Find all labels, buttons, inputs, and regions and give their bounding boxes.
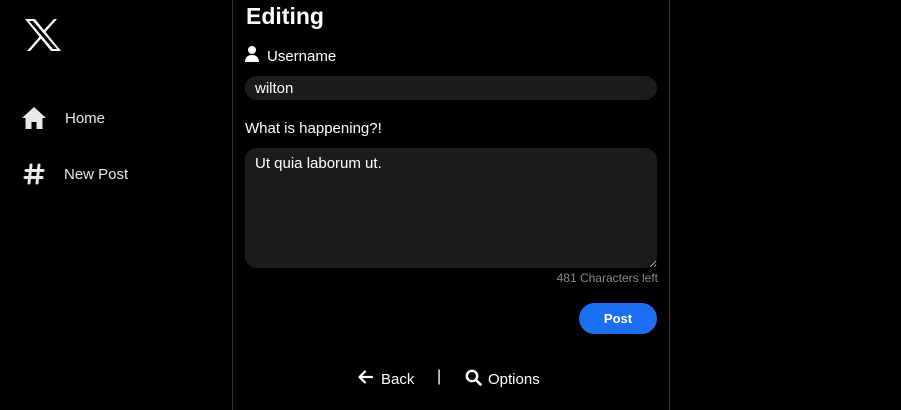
hashtag-icon xyxy=(20,160,48,188)
post-textarea[interactable]: Ut quia laborum ut. xyxy=(245,148,657,268)
back-link-label: Back xyxy=(381,370,415,388)
post-button[interactable]: Post xyxy=(579,303,657,334)
search-icon xyxy=(465,369,482,390)
sidebar-item-label: Home xyxy=(65,109,106,127)
options-link-label: Options xyxy=(488,370,540,388)
username-label-text: Username xyxy=(267,47,337,65)
arrow-left-icon xyxy=(358,370,374,388)
sidebar-item-label: New Post xyxy=(64,165,129,183)
page-title: Editing xyxy=(246,3,324,29)
options-link[interactable]: Options xyxy=(465,366,540,392)
app: Home New Post Editing Username What is h… xyxy=(0,0,901,410)
footer-separator: | xyxy=(437,368,442,385)
sidebar: Home New Post xyxy=(0,0,232,410)
user-icon xyxy=(245,46,259,66)
sidebar-item-new-post[interactable]: New Post xyxy=(20,157,128,191)
username-label: Username xyxy=(245,46,336,66)
edit-post-panel: Editing Username What is happening?! Ut … xyxy=(232,0,670,410)
back-link[interactable]: Back xyxy=(358,366,414,392)
footer-links: Back | Options xyxy=(233,366,669,392)
username-input[interactable] xyxy=(245,76,657,100)
x-logo-icon[interactable] xyxy=(24,18,62,52)
post-label: What is happening?! xyxy=(245,120,382,137)
characters-left-counter: 481 Characters left xyxy=(556,271,658,285)
home-icon xyxy=(20,104,48,132)
sidebar-item-home[interactable]: Home xyxy=(20,101,105,135)
